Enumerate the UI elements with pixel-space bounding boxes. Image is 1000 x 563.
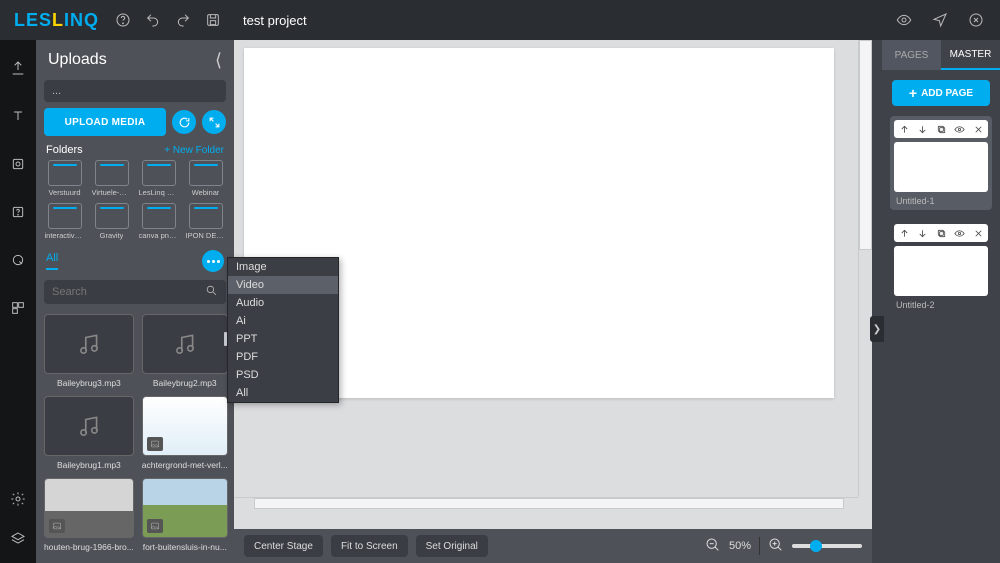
zoom-slider[interactable] <box>792 544 862 548</box>
set-original-button[interactable]: Set Original <box>416 535 488 557</box>
filter-option[interactable]: Image <box>228 258 338 276</box>
preview-icon[interactable] <box>894 10 914 30</box>
help-icon[interactable] <box>113 10 133 30</box>
close-icon[interactable] <box>966 10 986 30</box>
media-item[interactable]: Baileybrug3.mp3 <box>44 314 134 388</box>
undo-icon[interactable] <box>143 10 163 30</box>
page-delete-icon[interactable] <box>972 123 984 135</box>
media-item[interactable]: achtergrond-met-verl... <box>142 396 228 470</box>
filter-option[interactable]: Audio <box>228 294 338 312</box>
filter-option[interactable]: Video <box>228 276 338 294</box>
page-down-icon[interactable] <box>917 227 929 239</box>
zoom-in-icon[interactable] <box>768 537 784 556</box>
page-delete-icon[interactable] <box>972 227 984 239</box>
rail-text-icon[interactable] <box>8 106 28 126</box>
media-item[interactable]: fort-buitensluis-in-nu... <box>142 478 228 552</box>
filter-option[interactable]: PDF <box>228 348 338 366</box>
folder-item[interactable]: LesLinq Pro... <box>138 160 179 197</box>
page-duplicate-icon[interactable] <box>935 123 947 135</box>
media-item[interactable]: Baileybrug2.mp3 <box>142 314 228 388</box>
rail-upload-icon[interactable] <box>8 58 28 78</box>
collapse-panel-icon[interactable]: ⟨ <box>215 50 222 71</box>
panel-title: Uploads <box>48 51 107 69</box>
filter-option[interactable]: PPT <box>228 330 338 348</box>
vertical-scrollbar[interactable] <box>858 40 872 497</box>
rail-shapes-icon[interactable] <box>8 154 28 174</box>
filter-option[interactable]: PSD <box>228 366 338 384</box>
add-page-button[interactable]: +ADD PAGE <box>892 80 990 106</box>
filter-option[interactable]: All <box>228 384 338 402</box>
right-panel-toggle[interactable]: ❯ <box>870 316 884 342</box>
folder-item[interactable]: interactive ... <box>44 203 85 240</box>
new-folder-button[interactable]: + New Folder <box>164 145 224 156</box>
redo-icon[interactable] <box>173 10 193 30</box>
search-input[interactable] <box>44 280 226 304</box>
send-icon[interactable] <box>930 10 950 30</box>
page-up-icon[interactable] <box>898 123 910 135</box>
project-title[interactable]: test project <box>243 13 307 28</box>
page-visibility-icon[interactable] <box>954 227 966 239</box>
search-icon <box>205 284 218 300</box>
page-item[interactable]: Untitled-1 <box>890 116 992 210</box>
filter-more-button[interactable] <box>202 250 224 272</box>
folder-item[interactable]: Verstuurd <box>44 160 85 197</box>
page-item[interactable]: Untitled-2 <box>890 220 992 314</box>
rail-help-icon[interactable] <box>8 202 28 222</box>
folder-item[interactable]: IPON DEMO <box>185 203 226 240</box>
search-field[interactable] <box>52 286 205 298</box>
expand-icon[interactable] <box>202 110 226 134</box>
fit-to-screen-button[interactable]: Fit to Screen <box>331 535 408 557</box>
folder-item[interactable]: canva png t... <box>138 203 179 240</box>
tab-master[interactable]: MASTER <box>941 40 1000 70</box>
rail-layers-icon[interactable] <box>8 529 28 549</box>
page-visibility-icon[interactable] <box>954 123 966 135</box>
folder-item[interactable]: Virtuele-Det... <box>91 160 132 197</box>
rail-widgets-icon[interactable] <box>8 298 28 318</box>
media-item[interactable]: houten-brug-1966-bro... <box>44 478 134 552</box>
media-item[interactable]: Baileybrug1.mp3 <box>44 396 134 470</box>
rail-pointer-icon[interactable] <box>8 250 28 270</box>
page-duplicate-icon[interactable] <box>935 227 947 239</box>
breadcrumb[interactable]: ... <box>44 80 226 102</box>
page-up-icon[interactable] <box>898 227 910 239</box>
folder-item[interactable]: Gravity <box>91 203 132 240</box>
horizontal-scrollbar[interactable] <box>234 497 858 509</box>
page-down-icon[interactable] <box>917 123 929 135</box>
zoom-value: 50% <box>729 540 751 552</box>
refresh-icon[interactable] <box>172 110 196 134</box>
save-icon[interactable] <box>203 10 223 30</box>
folder-item[interactable]: Webinar <box>185 160 226 197</box>
tab-all[interactable]: All <box>46 252 58 270</box>
filter-dropdown[interactable]: ImageVideoAudioAiPPTPDFPSDAll <box>227 257 339 403</box>
app-logo: LESLINQ <box>14 10 99 31</box>
filter-option[interactable]: Ai <box>228 312 338 330</box>
zoom-out-icon[interactable] <box>705 537 721 556</box>
rail-settings-icon[interactable] <box>8 489 28 509</box>
folders-label: Folders <box>46 144 83 156</box>
center-stage-button[interactable]: Center Stage <box>244 535 323 557</box>
upload-media-button[interactable]: UPLOAD MEDIA <box>44 108 166 136</box>
tab-pages[interactable]: PAGES <box>882 40 941 70</box>
